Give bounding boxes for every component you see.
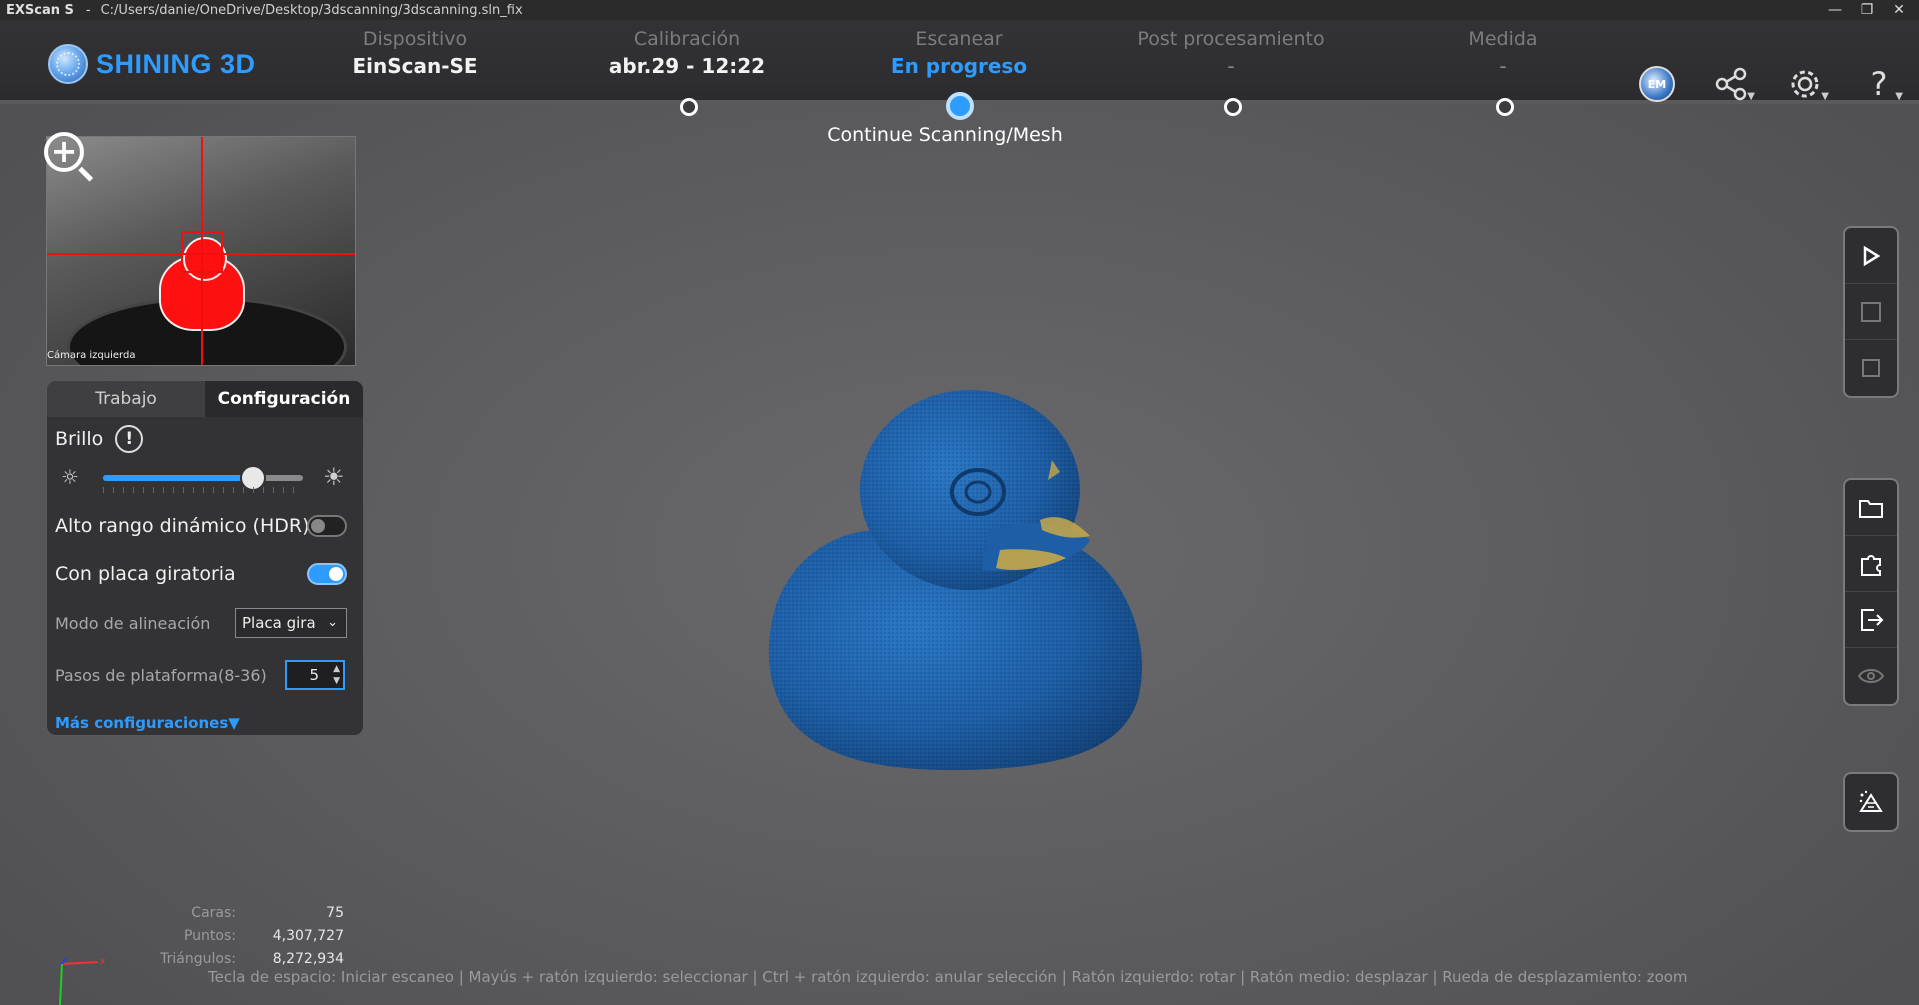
tab-work[interactable]: Trabajo — [47, 381, 205, 417]
hdr-label: Alto rango dinámico (HDR) — [55, 515, 310, 537]
restore-button[interactable]: ❐ — [1851, 0, 1883, 20]
stat-label: Caras: — [191, 905, 236, 921]
step-label: Escanear — [915, 28, 1003, 50]
more-settings-link[interactable]: Más configuraciones▼ — [55, 714, 240, 732]
brightness-slider[interactable] — [103, 465, 303, 491]
progress-dot-calibration[interactable] — [680, 98, 698, 116]
turntable-row: Con placa giratoria — [55, 559, 355, 589]
alignment-value: Placa gira — [242, 614, 316, 632]
em-icon[interactable]: EM — [1635, 64, 1679, 104]
brightness-row: Brillo ! — [55, 425, 355, 453]
settings-panel: Trabajo Configuración Brillo ! ☼ ☀ Alto … — [46, 380, 364, 736]
step-value: - — [1227, 54, 1235, 78]
camera-caption: Cámara izquierda — [47, 350, 136, 361]
hdr-row: Alto rango dinámico (HDR) — [55, 511, 355, 541]
share-icon[interactable]: ▼ — [1709, 64, 1755, 104]
warning-icon[interactable]: ! — [115, 425, 144, 453]
alignment-select[interactable]: Placa gira ⌄ — [235, 608, 347, 638]
stop-icon[interactable] — [1845, 340, 1897, 396]
brightness-low-icon: ☼ — [61, 465, 79, 489]
shortcut-hint: Tecla de espacio: Iniciar escaneo | Mayú… — [208, 968, 1688, 986]
step-calibration[interactable]: Calibración abr.29 - 12:22 — [557, 28, 817, 78]
stat-label: Puntos: — [183, 928, 236, 944]
logo: SHINING 3D — [48, 44, 256, 84]
scan-toolbar — [1843, 226, 1899, 398]
help-icon[interactable]: ? ▼ — [1857, 64, 1904, 104]
title-bar: EXScan S - C:/Users/danie/OneDrive/Deskt… — [0, 0, 1919, 20]
file-toolbar — [1843, 478, 1899, 706]
alignment-row: Modo de alineación Placa gira ⌄ — [55, 607, 355, 639]
step-scan[interactable]: Escanear En progreso — [829, 28, 1089, 78]
minimize-button[interactable]: — — [1819, 0, 1851, 20]
step-measure[interactable]: Medida - — [1373, 28, 1633, 78]
step-value: En progreso — [890, 54, 1028, 78]
step-device[interactable]: Dispositivo EinScan-SE — [285, 28, 545, 78]
stat-row: Puntos: 4,307,727 — [140, 925, 344, 948]
progress-dot-post[interactable] — [1224, 98, 1242, 116]
tab-configuration[interactable]: Configuración — [205, 381, 363, 417]
globe-icon — [48, 44, 88, 84]
step-label: Dispositivo — [362, 28, 468, 50]
panel-tabs: Trabajo Configuración — [47, 381, 363, 417]
progress-dot-measure[interactable] — [1496, 98, 1514, 116]
step-label: Calibración — [633, 28, 741, 50]
model-stats: Caras: 75 Puntos: 4,307,727 Triángulos: 8,2… — [140, 902, 344, 971]
brightness-label: Brillo — [55, 428, 104, 450]
play-icon[interactable] — [1845, 228, 1897, 284]
stepper-arrows-icon[interactable]: ▲ ▼ — [333, 663, 340, 687]
progress-dot-scan[interactable] — [946, 92, 974, 120]
hdr-toggle[interactable] — [307, 515, 347, 537]
chevron-down-icon: ⌄ — [327, 615, 338, 630]
progress-caption: Continue Scanning/Mesh — [827, 124, 1063, 146]
file-path: C:/Users/danie/OneDrive/Desktop/3dscanni… — [100, 2, 523, 18]
platform-steps-stepper[interactable]: 5 ▲ ▼ — [285, 660, 345, 690]
eye-icon[interactable] — [1845, 648, 1897, 704]
step-value: abr.29 - 12:22 — [608, 54, 766, 78]
app-title: EXScan S — [6, 2, 74, 18]
mesh-icon[interactable] — [1845, 774, 1897, 830]
axis-gizmo-icon: x — [59, 957, 106, 1005]
target-box — [181, 231, 223, 273]
step-label: Medida — [1468, 28, 1538, 50]
platform-steps-row: Pasos de plataforma(8-36) 5 ▲ ▼ — [55, 659, 355, 691]
window-controls: — ❐ ✕ — [1819, 0, 1915, 20]
folder-icon[interactable] — [1845, 480, 1897, 536]
slider-ticks — [103, 487, 303, 493]
platform-steps-label: Pasos de plataforma(8-36) — [55, 665, 267, 685]
platform-steps-value: 5 — [309, 666, 319, 684]
step-label: Post procesamiento — [1137, 28, 1325, 50]
turntable-toggle[interactable] — [307, 563, 347, 585]
svg-text:x: x — [100, 957, 106, 967]
title-separator: - — [85, 2, 91, 18]
stat-row: Caras: 75 — [140, 902, 344, 925]
mesh-toolbar — [1843, 772, 1899, 832]
puzzle-icon[interactable] — [1845, 536, 1897, 592]
turntable-label: Con placa giratoria — [55, 563, 236, 585]
stat-value: 75 — [326, 905, 344, 921]
zoom-in-icon[interactable]: + — [42, 130, 98, 186]
scan-model[interactable] — [760, 380, 1160, 780]
header-toolbar: EM ▼ ▼ ? ▼ — [1635, 64, 1904, 104]
step-value: EinScan-SE — [352, 54, 478, 78]
export-icon[interactable] — [1845, 592, 1897, 648]
alignment-label: Modo de alineación — [55, 613, 211, 633]
settings-icon[interactable]: ▼ — [1783, 64, 1829, 104]
step-value: - — [1499, 54, 1507, 78]
close-button[interactable]: ✕ — [1883, 0, 1915, 20]
brightness-high-icon: ☀ — [323, 463, 345, 491]
step-post-processing[interactable]: Post procesamiento - — [1101, 28, 1361, 78]
brand-name: SHINING 3D — [96, 48, 256, 79]
stat-value: 4,307,727 — [272, 928, 344, 944]
select-icon[interactable] — [1845, 284, 1897, 340]
